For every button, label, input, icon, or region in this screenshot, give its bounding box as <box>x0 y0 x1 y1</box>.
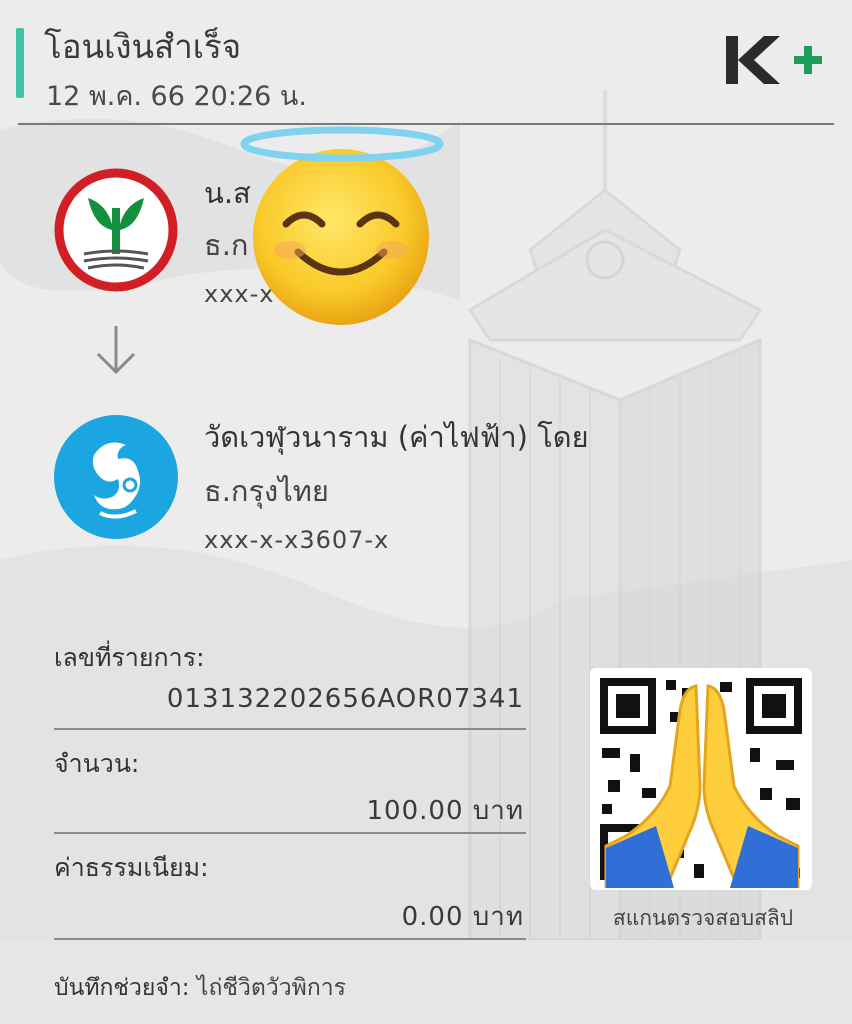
transaction-datetime: 12 พ.ค. 66 20:26 น. <box>46 81 307 112</box>
ref-label: เลขที่รายการ: <box>54 643 205 672</box>
ref-value: 013132202656AOR07341 <box>166 684 524 714</box>
receiver-name: วัดเวฬุวนาราม (ค่าไฟฟ้า) โดย <box>204 420 589 454</box>
amount-value: 100.00 บาท <box>366 796 524 826</box>
fee-value: 0.00 บาท <box>401 902 524 932</box>
amount-divider <box>54 832 526 834</box>
qr-caption: สแกนตรวจสอบสลิป <box>612 906 794 930</box>
amount-label: จำนวน: <box>54 749 140 778</box>
krungthai-bank-logo <box>54 415 178 539</box>
ref-divider <box>54 728 526 730</box>
receiver-bank: ธ.กรุงไทย <box>204 474 329 508</box>
fee-label: ค่าธรรมเนียม: <box>54 853 209 882</box>
memo-label: บันทึกช่วยจำ: <box>54 975 190 1001</box>
arrow-down-icon <box>96 326 136 375</box>
page-title: โอนเงินสำเร็จ <box>44 27 242 66</box>
header-accent-bar <box>16 28 24 98</box>
halo-smile-emoji <box>240 126 444 325</box>
memo: บันทึกช่วยจำ: ไถ่ชีวิตวัวพิการ <box>54 970 346 1006</box>
kplus-logo <box>726 36 822 84</box>
kasikorn-bank-logo <box>54 168 178 292</box>
memo-value: ไถ่ชีวิตวัวพิการ <box>196 975 347 1001</box>
praying-hands-emoji <box>604 684 800 888</box>
receiver-account: xxx-x-x3607-x <box>204 526 390 554</box>
